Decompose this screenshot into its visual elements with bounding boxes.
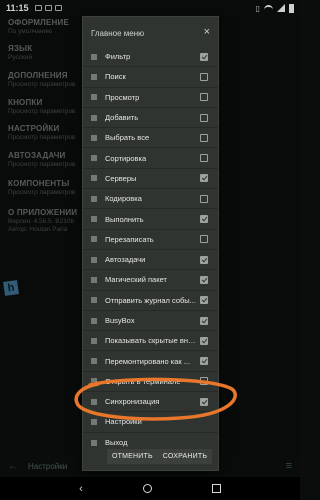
drag-handle-icon[interactable] bbox=[91, 196, 97, 202]
menu-item-label: Фильтр bbox=[105, 52, 131, 62]
menu-item[interactable]: Кодировка bbox=[83, 189, 218, 210]
menu-item[interactable]: Сортировка bbox=[83, 148, 218, 169]
status-time: 11:15 bbox=[6, 3, 29, 13]
menu-item[interactable]: Отправить журнал собы... bbox=[83, 291, 218, 311]
drag-handle-icon[interactable] bbox=[91, 115, 97, 121]
menu-item-checkbox[interactable] bbox=[200, 72, 208, 81]
drag-handle-icon[interactable] bbox=[91, 94, 97, 100]
drag-handle-icon[interactable] bbox=[91, 135, 97, 141]
notification-icon bbox=[54, 5, 62, 11]
drag-handle-icon[interactable] bbox=[91, 236, 97, 242]
menu-item[interactable]: BusyBox bbox=[83, 311, 218, 332]
highlight-annotation bbox=[74, 377, 237, 421]
menu-item[interactable]: Показывать скрытые вне... bbox=[83, 331, 218, 352]
menu-item-label: Сортировка bbox=[105, 153, 147, 163]
menu-item-label: Отправить журнал собы... bbox=[105, 295, 196, 305]
status-bar: 11:15 ▯ bbox=[0, 0, 300, 16]
menu-item-checkbox[interactable] bbox=[200, 93, 208, 102]
menu-item-checkbox[interactable] bbox=[200, 235, 208, 244]
menu-item[interactable]: Просмотр bbox=[83, 88, 218, 108]
battery-icon bbox=[289, 3, 294, 13]
drag-handle-icon[interactable] bbox=[91, 54, 97, 60]
menu-item-checkbox[interactable] bbox=[200, 154, 208, 163]
menu-item-label: Выбрать все bbox=[105, 133, 150, 143]
menu-item-label: Серверы bbox=[105, 173, 137, 183]
menu-item-checkbox[interactable] bbox=[200, 194, 208, 203]
system-nav-bar: ‹ bbox=[0, 477, 300, 500]
nav-recents-icon[interactable] bbox=[211, 484, 221, 493]
dialog-header: Главное меню × bbox=[83, 17, 218, 45]
menu-item[interactable]: Поиск bbox=[83, 67, 218, 88]
cancel-button[interactable]: ОТМЕНИТЬ bbox=[107, 448, 158, 464]
wifi-icon bbox=[264, 4, 273, 12]
menu-item-checkbox[interactable] bbox=[200, 52, 208, 61]
menu-item-checkbox[interactable] bbox=[200, 255, 208, 264]
dialog-title: Главное меню bbox=[91, 29, 145, 38]
menu-item-label: Выполнить bbox=[105, 214, 144, 224]
menu-item-label: Поиск bbox=[105, 72, 126, 82]
menu-item-label: Перезаписать bbox=[105, 234, 154, 244]
menu-item[interactable]: Серверы bbox=[83, 169, 218, 190]
menu-item-checkbox[interactable] bbox=[200, 133, 208, 142]
menu-item-label: Кодировка bbox=[105, 194, 142, 204]
drag-handle-icon[interactable] bbox=[91, 155, 97, 161]
menu-item-label: Добавить bbox=[105, 113, 139, 123]
menu-item-checkbox[interactable] bbox=[200, 215, 208, 224]
menu-item-label: BusyBox bbox=[105, 316, 135, 325]
nav-back-icon[interactable]: ‹ bbox=[79, 483, 83, 495]
menu-item[interactable]: Выбрать все bbox=[83, 128, 218, 149]
menu-item-label: Просмотр bbox=[105, 92, 140, 102]
menu-item[interactable]: Перезаписать bbox=[83, 230, 218, 250]
drag-handle-icon[interactable] bbox=[91, 297, 97, 303]
menu-item-label: Показывать скрытые вне... bbox=[105, 336, 196, 346]
menu-item-label: Автозадачи bbox=[105, 255, 146, 265]
drag-handle-icon[interactable] bbox=[91, 358, 97, 364]
notification-icon bbox=[34, 5, 42, 11]
drag-handle-icon[interactable] bbox=[91, 175, 97, 181]
close-icon[interactable]: × bbox=[204, 26, 210, 38]
drag-handle-icon[interactable] bbox=[91, 338, 97, 344]
drag-handle-icon[interactable] bbox=[91, 257, 97, 263]
menu-item-checkbox[interactable] bbox=[200, 316, 208, 325]
notification-icon bbox=[44, 5, 52, 11]
menu-item-checkbox[interactable] bbox=[200, 357, 208, 366]
menu-item[interactable]: Перемонтировано как ... bbox=[83, 351, 218, 372]
menu-item[interactable]: Автозадачи bbox=[83, 250, 218, 271]
nav-home-icon[interactable] bbox=[142, 484, 152, 493]
menu-item[interactable]: Фильтр bbox=[83, 47, 218, 68]
vibrate-icon: ▯ bbox=[255, 3, 260, 13]
menu-item-label: Магический пакет bbox=[105, 275, 167, 285]
drag-handle-icon[interactable] bbox=[91, 318, 97, 323]
menu-item-label: Перемонтировано как ... bbox=[105, 356, 191, 366]
menu-item-checkbox[interactable] bbox=[200, 275, 208, 284]
menu-item[interactable]: Добавить bbox=[83, 108, 218, 129]
drag-handle-icon[interactable] bbox=[91, 216, 97, 222]
menu-item-checkbox[interactable] bbox=[200, 336, 208, 345]
dialog-buttons: ОТМЕНИТЬ СОХРАНИТЬ bbox=[83, 442, 218, 470]
menu-item[interactable]: Выполнить bbox=[83, 209, 218, 230]
drag-handle-icon[interactable] bbox=[91, 277, 97, 283]
menu-item[interactable]: Магический пакет bbox=[83, 270, 218, 291]
menu-item-checkbox[interactable] bbox=[200, 113, 208, 122]
signal-icon bbox=[277, 4, 285, 12]
menu-item-checkbox[interactable] bbox=[200, 174, 208, 183]
menu-item-checkbox[interactable] bbox=[200, 296, 208, 305]
drag-handle-icon[interactable] bbox=[91, 74, 97, 80]
save-button[interactable]: СОХРАНИТЬ bbox=[157, 448, 213, 464]
